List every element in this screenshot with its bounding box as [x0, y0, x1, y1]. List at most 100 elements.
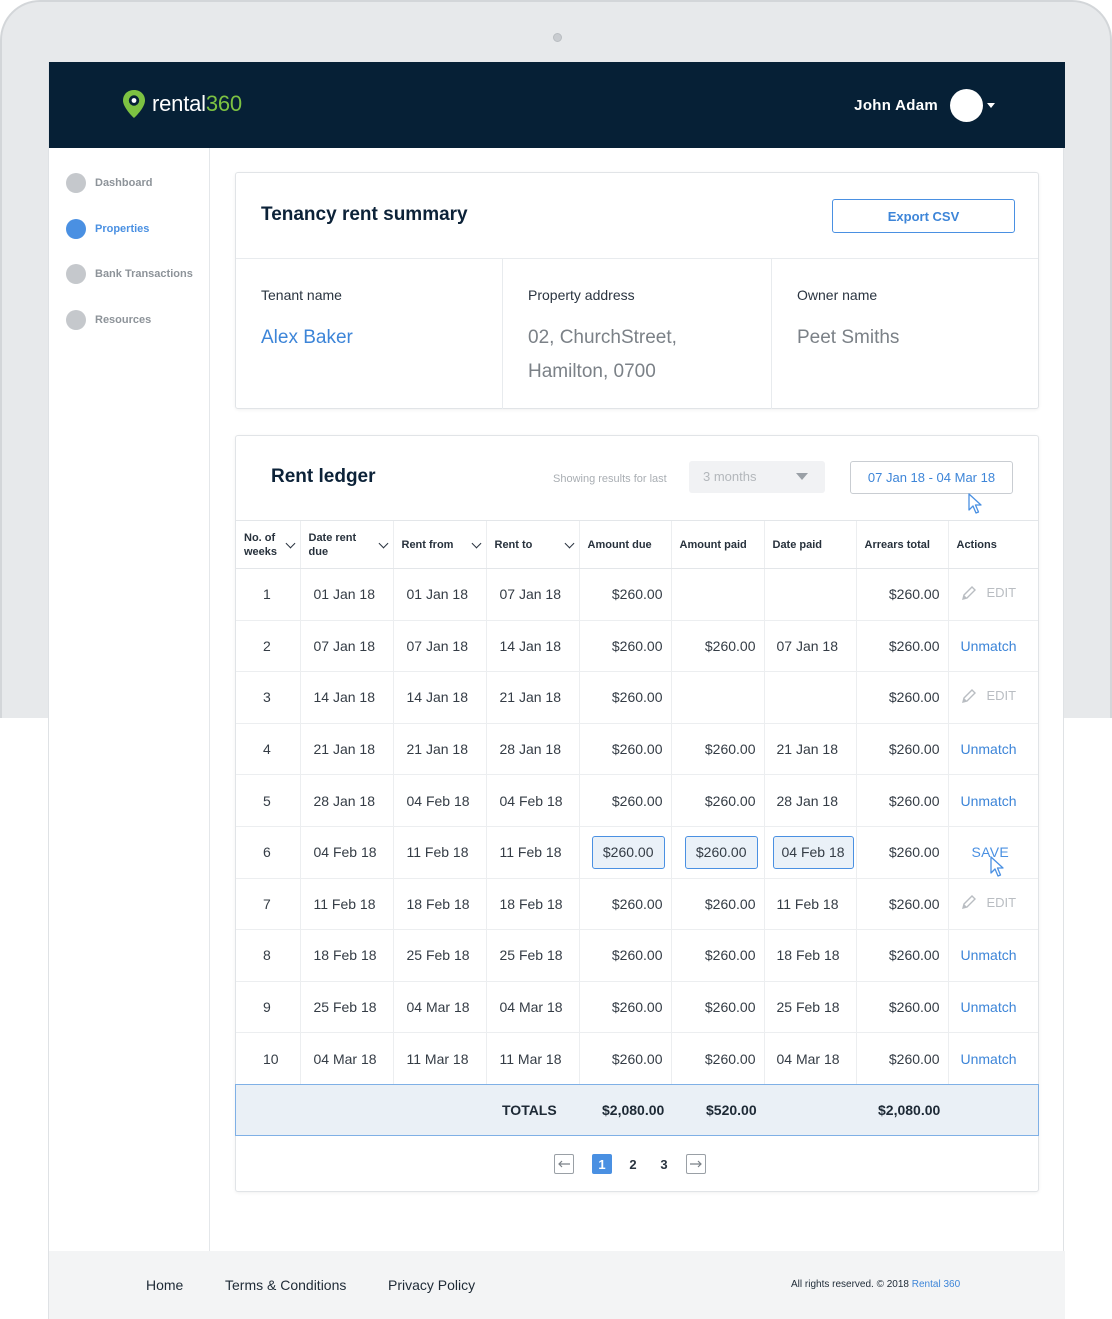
sidebar-item-resources[interactable]: Resources: [66, 310, 151, 330]
page-3[interactable]: 3: [654, 1154, 674, 1174]
footer-terms-link[interactable]: Terms & Conditions: [225, 1277, 346, 1293]
unmatch-link[interactable]: Unmatch: [961, 638, 1017, 654]
edit-button[interactable]: EDIT: [961, 585, 1016, 601]
date-paid-cell: 04 Mar 18: [763, 1032, 856, 1085]
property-address: 02, ChurchStreet, Hamilton, 0700: [528, 321, 677, 389]
date-paid-cell: 04 Feb 18: [763, 826, 856, 879]
showing-label: Showing results for last: [553, 473, 667, 485]
action-cell: Unmatch: [947, 723, 1038, 776]
amount-paid-cell: [670, 568, 764, 621]
sort-chevron-icon[interactable]: [471, 538, 481, 549]
logo-wordmark: rental360: [152, 91, 242, 116]
weeks-cell: 5: [236, 774, 300, 827]
app-logo[interactable]: rental360: [121, 89, 242, 119]
action-cell: EDIT: [947, 878, 1038, 931]
action-cell: Unmatch: [947, 774, 1038, 827]
sidebar-item-dashboard[interactable]: Dashboard: [66, 173, 152, 193]
amount-paid-cell: $260.00: [670, 826, 764, 879]
arrears-cell: $260.00: [855, 568, 948, 621]
rent-to-cell: 11 Mar 18: [485, 1032, 579, 1085]
unmatch-link[interactable]: Unmatch: [961, 1051, 1017, 1067]
date-range-picker[interactable]: 07 Jan 18 - 04 Mar 18: [850, 461, 1013, 494]
caret-down-icon[interactable]: [987, 103, 995, 108]
sort-chevron-icon[interactable]: [285, 538, 295, 549]
total-amount-due: $2,080.00: [602, 1102, 665, 1118]
unmatch-link[interactable]: Unmatch: [961, 947, 1017, 963]
period-select[interactable]: 3 months: [689, 461, 825, 493]
top-navbar: rental360 John Adam: [49, 62, 1065, 148]
rent-to-cell: 18 Feb 18: [485, 878, 579, 931]
column-arrears: Arrears total: [855, 520, 948, 569]
amount-paid-input[interactable]: $260.00: [684, 835, 758, 869]
amount-due-cell: $260.00: [578, 929, 671, 982]
weeks-cell: 9: [236, 981, 300, 1034]
date-paid-cell: 07 Jan 18: [763, 620, 856, 673]
summary-title: Tenancy rent summary: [261, 204, 468, 225]
footer-privacy-link[interactable]: Privacy Policy: [388, 1277, 475, 1293]
resources-icon: [66, 310, 86, 330]
sort-chevron-icon[interactable]: [564, 538, 574, 549]
pencil-icon: [961, 585, 976, 600]
rent-summary-card: Tenancy rent summary Export CSV Tenant n…: [235, 172, 1039, 409]
date-paid-input[interactable]: 04 Feb 18: [772, 835, 854, 869]
column-rent-from[interactable]: Rent from: [392, 520, 486, 569]
weeks-cell: 2: [236, 620, 300, 673]
next-page-arrow-icon[interactable]: [686, 1154, 706, 1174]
rent-from-cell: 18 Feb 18: [392, 878, 486, 931]
tenant-label: Tenant name: [261, 287, 342, 303]
edit-button[interactable]: EDIT: [961, 894, 1016, 910]
pencil-icon: [961, 895, 976, 910]
page-1[interactable]: 1: [592, 1154, 612, 1174]
total-arrears: $2,080.00: [878, 1102, 941, 1118]
table-row: 3 14 Jan 18 14 Jan 18 21 Jan 18 $260.00 $260.…: [236, 671, 1038, 724]
amount-due-cell: $260.00: [578, 981, 671, 1034]
column-amount-due: Amount due: [578, 520, 671, 569]
date-due-cell: 04 Feb 18: [299, 826, 393, 879]
app-screen: rental360 John Adam Dashboard Properties…: [48, 62, 1065, 1319]
sort-chevron-icon[interactable]: [378, 538, 388, 549]
avatar[interactable]: [950, 89, 983, 122]
action-cell: EDIT: [947, 671, 1038, 724]
tenant-name-link[interactable]: Alex Baker: [261, 321, 353, 355]
address-line-2: Hamilton, 0700: [528, 361, 656, 382]
column-date-due[interactable]: Date rent due: [299, 520, 393, 569]
export-csv-button[interactable]: Export CSV: [832, 199, 1015, 233]
rent-to-cell: 25 Feb 18: [485, 929, 579, 982]
column-weeks[interactable]: No. of weeks: [236, 520, 300, 569]
location-pin-icon: [123, 90, 145, 118]
user-menu[interactable]: John Adam: [854, 89, 995, 122]
date-due-cell: 01 Jan 18: [299, 568, 393, 621]
brand-link[interactable]: Rental 360: [912, 1279, 960, 1290]
rent-to-cell: 14 Jan 18: [485, 620, 579, 673]
weeks-cell: 6: [236, 826, 300, 879]
weeks-cell: 10: [236, 1032, 300, 1085]
unmatch-link[interactable]: Unmatch: [961, 741, 1017, 757]
weeks-cell: 8: [236, 929, 300, 982]
footer-home-link[interactable]: Home: [146, 1277, 183, 1293]
footer: Home Terms & Conditions Privacy Policy A…: [49, 1251, 1065, 1319]
sidebar-item-properties[interactable]: Properties: [66, 219, 149, 239]
unmatch-link[interactable]: Unmatch: [961, 793, 1017, 809]
column-rent-to[interactable]: Rent to: [485, 520, 579, 569]
arrears-cell: $260.00: [855, 826, 948, 879]
table-row: 8 18 Feb 18 25 Feb 18 25 Feb 18 $260.00 $260.…: [236, 929, 1038, 982]
sidebar-item-bank-transactions[interactable]: Bank Transactions: [66, 264, 193, 284]
amount-due-input[interactable]: $260.00: [591, 835, 665, 869]
prev-page-arrow-icon[interactable]: [554, 1154, 574, 1174]
amount-paid-cell: $260.00: [670, 1032, 764, 1085]
amount-paid-cell: $260.00: [670, 774, 764, 827]
action-cell: EDIT: [947, 568, 1038, 621]
address-label: Property address: [528, 287, 635, 303]
edit-label: EDIT: [986, 688, 1017, 704]
column-actions: Actions: [947, 520, 1038, 569]
edit-button[interactable]: EDIT: [961, 688, 1017, 704]
rent-to-cell: 04 Mar 18: [485, 981, 579, 1034]
arrears-cell: $260.00: [855, 878, 948, 931]
rent-ledger-card: Rent ledger Showing results for last 3 m…: [235, 435, 1039, 1192]
amount-paid-cell: [670, 671, 764, 724]
table-row: 10 04 Mar 18 11 Mar 18 11 Mar 18 $260.00 $260…: [236, 1032, 1038, 1085]
page-2[interactable]: 2: [623, 1154, 643, 1174]
arrears-cell: $260.00: [855, 671, 948, 724]
unmatch-link[interactable]: Unmatch: [961, 999, 1017, 1015]
rent-from-cell: 04 Feb 18: [392, 774, 486, 827]
